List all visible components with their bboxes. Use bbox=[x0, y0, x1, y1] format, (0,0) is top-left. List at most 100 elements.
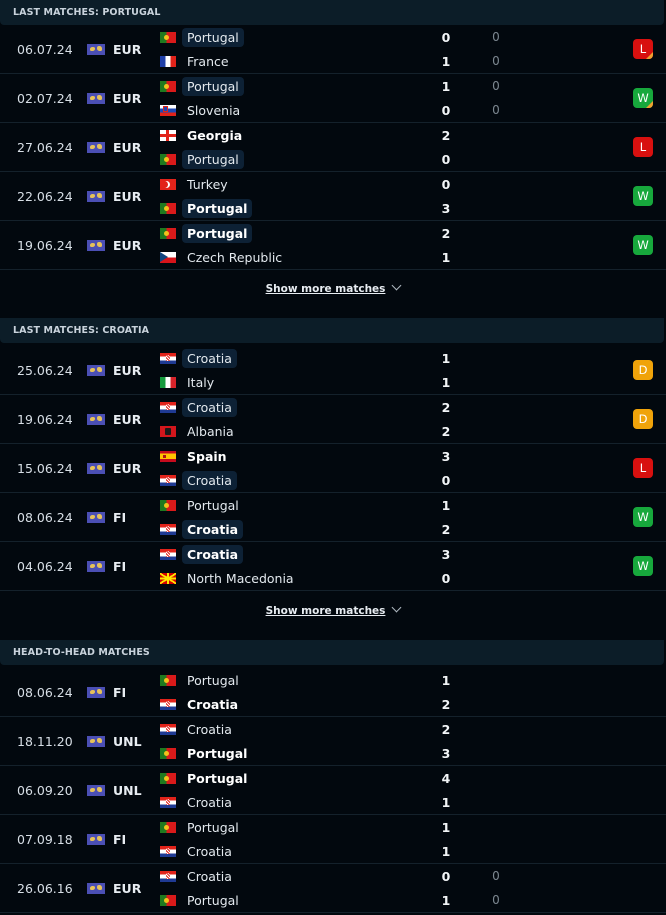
team-name[interactable]: Portugal bbox=[182, 27, 244, 47]
home-team[interactable]: Croatia bbox=[160, 544, 244, 564]
match-row[interactable]: 22.06.24 EUR Turkey 0 Portugal 3 W bbox=[0, 172, 666, 221]
away-team[interactable]: Czech Republic bbox=[160, 247, 287, 267]
team-name[interactable]: Czech Republic bbox=[182, 248, 287, 267]
home-team[interactable]: Portugal bbox=[160, 27, 244, 47]
match-row[interactable]: 18.11.20 UNL Croatia 2 Portugal 3 bbox=[0, 717, 666, 766]
team-name[interactable]: Portugal bbox=[182, 198, 253, 218]
away-team[interactable]: North Macedonia bbox=[160, 568, 299, 588]
match-row[interactable]: 07.09.18 FI Portugal 1 Croatia 1 bbox=[0, 815, 666, 864]
away-score: 0 bbox=[441, 571, 451, 586]
chevron-down-icon[interactable] bbox=[391, 280, 402, 291]
home-team[interactable]: Turkey bbox=[160, 174, 233, 194]
match-row[interactable]: 08.06.24 FI Portugal 1 Croatia 2 bbox=[0, 668, 666, 717]
show-more-link[interactable]: Show more matches bbox=[266, 283, 386, 295]
match-row[interactable]: 06.09.20 UNL Portugal 4 Croatia 1 bbox=[0, 766, 666, 815]
world-map-icon bbox=[87, 785, 105, 796]
team-name[interactable]: North Macedonia bbox=[182, 569, 299, 588]
team-name[interactable]: Croatia bbox=[182, 397, 237, 417]
away-team[interactable]: Croatia bbox=[160, 694, 243, 714]
team-name[interactable]: Italy bbox=[182, 373, 219, 392]
away-team[interactable]: Croatia bbox=[160, 841, 237, 861]
team-name[interactable]: Albania bbox=[182, 422, 239, 441]
home-team[interactable]: Georgia bbox=[160, 125, 247, 145]
result-badge: L bbox=[633, 458, 653, 478]
result-badge: W bbox=[633, 186, 653, 206]
team-name[interactable]: Portugal bbox=[182, 818, 244, 837]
match-row[interactable]: 02.07.24 EUR Portugal 1 0 Slovenia 0 0 W bbox=[0, 74, 666, 123]
home-team[interactable]: Portugal bbox=[160, 495, 244, 515]
team-name[interactable]: Spain bbox=[182, 447, 232, 466]
show-more-portugal[interactable]: Show more matches bbox=[0, 280, 666, 295]
team-name[interactable]: Croatia bbox=[182, 842, 237, 861]
team-name[interactable]: Croatia bbox=[182, 720, 237, 739]
match-row[interactable]: 26.06.16 EUR Croatia 0 0 Portugal 1 0 bbox=[0, 864, 666, 913]
home-team[interactable]: Portugal bbox=[160, 223, 253, 243]
league-code: EUR bbox=[113, 238, 142, 253]
croatia-flag-icon bbox=[160, 723, 176, 735]
away-team[interactable]: France bbox=[160, 51, 234, 71]
away-team[interactable]: Portugal bbox=[160, 743, 252, 763]
league-code: EUR bbox=[113, 881, 142, 896]
match-list-croatia: 25.06.24 EUR Croatia 1 Italy 1 D 19.06.24 EUR Cro… bbox=[0, 346, 666, 591]
georgia-flag-icon bbox=[160, 129, 176, 141]
away-team[interactable]: Croatia bbox=[160, 470, 237, 490]
home-team[interactable]: Portugal bbox=[160, 670, 244, 690]
result-badge: W bbox=[633, 88, 653, 108]
portugal-flag-icon bbox=[160, 202, 176, 214]
show-more-croatia[interactable]: Show more matches bbox=[0, 602, 666, 617]
match-row[interactable]: 19.06.24 EUR Portugal 2 Czech Republic 1 W bbox=[0, 221, 666, 270]
team-name[interactable]: Turkey bbox=[182, 175, 233, 194]
match-row[interactable]: 08.06.24 FI Portugal 1 Croatia 2 W bbox=[0, 493, 666, 542]
home-team[interactable]: Portugal bbox=[160, 76, 244, 96]
home-team[interactable]: Portugal bbox=[160, 817, 244, 837]
home-team[interactable]: Portugal bbox=[160, 768, 252, 788]
team-name[interactable]: Georgia bbox=[182, 126, 247, 145]
match-row[interactable]: 04.06.24 FI Croatia 3 North Macedonia 0 W bbox=[0, 542, 666, 591]
team-name[interactable]: Portugal bbox=[182, 496, 244, 515]
team-name[interactable]: Portugal bbox=[182, 149, 244, 169]
away-team[interactable]: Portugal bbox=[160, 149, 244, 169]
croatia-flag-icon bbox=[160, 401, 176, 413]
team-name[interactable]: Croatia bbox=[182, 695, 243, 714]
away-team[interactable]: Portugal bbox=[160, 890, 244, 910]
home-team[interactable]: Croatia bbox=[160, 348, 237, 368]
home-team[interactable]: Croatia bbox=[160, 397, 237, 417]
team-name[interactable]: Portugal bbox=[182, 76, 244, 96]
team-name[interactable]: Slovenia bbox=[182, 101, 245, 120]
show-more-link[interactable]: Show more matches bbox=[266, 605, 386, 617]
away-team[interactable]: Croatia bbox=[160, 792, 237, 812]
team-name[interactable]: Croatia bbox=[182, 793, 237, 812]
team-name[interactable]: Portugal bbox=[182, 769, 252, 788]
turkey-flag-icon bbox=[160, 178, 176, 190]
team-name[interactable]: Portugal bbox=[182, 671, 244, 690]
match-row[interactable]: 27.06.24 EUR Georgia 2 Portugal 0 L bbox=[0, 123, 666, 172]
match-row[interactable]: 15.06.24 EUR Spain 3 Croatia 0 L bbox=[0, 444, 666, 493]
home-score: 1 bbox=[441, 79, 451, 94]
croatia-flag-icon bbox=[160, 698, 176, 710]
team-name[interactable]: France bbox=[182, 52, 234, 71]
team-name[interactable]: Portugal bbox=[182, 891, 244, 910]
away-team[interactable]: Albania bbox=[160, 421, 239, 441]
match-row[interactable]: 06.07.24 EUR Portugal 0 0 France 1 0 L bbox=[0, 25, 666, 74]
away-team[interactable]: Portugal bbox=[160, 198, 253, 218]
home-score: 4 bbox=[441, 771, 451, 786]
team-name[interactable]: Croatia bbox=[182, 867, 237, 886]
home-team[interactable]: Croatia bbox=[160, 866, 237, 886]
croatia-flag-icon bbox=[160, 523, 176, 535]
team-name[interactable]: Croatia bbox=[182, 544, 244, 564]
team-name[interactable]: Portugal bbox=[182, 744, 252, 763]
away-team[interactable]: Croatia bbox=[160, 519, 244, 539]
match-date: 19.06.24 bbox=[17, 412, 73, 427]
team-name[interactable]: Croatia bbox=[182, 470, 237, 490]
world-map-icon bbox=[87, 883, 105, 894]
home-team[interactable]: Croatia bbox=[160, 719, 237, 739]
match-row[interactable]: 19.06.24 EUR Croatia 2 Albania 2 D bbox=[0, 395, 666, 444]
team-name[interactable]: Croatia bbox=[182, 348, 237, 368]
away-team[interactable]: Italy bbox=[160, 372, 219, 392]
chevron-down-icon[interactable] bbox=[391, 602, 402, 613]
team-name[interactable]: Portugal bbox=[182, 223, 253, 243]
team-name[interactable]: Croatia bbox=[182, 519, 244, 539]
away-team[interactable]: Slovenia bbox=[160, 100, 245, 120]
home-team[interactable]: Spain bbox=[160, 446, 232, 466]
match-row[interactable]: 25.06.24 EUR Croatia 1 Italy 1 D bbox=[0, 346, 666, 395]
